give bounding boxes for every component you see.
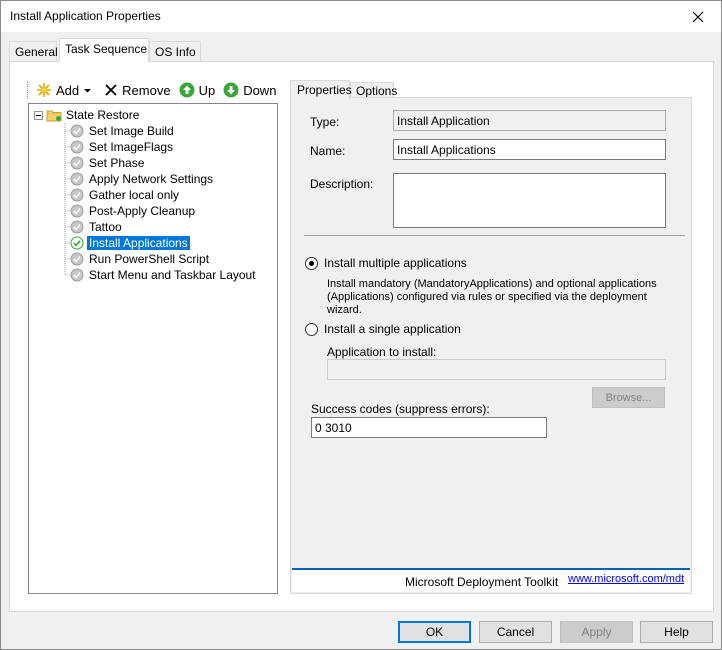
chevron-down-icon: [84, 88, 92, 92]
step-check-icon: [70, 252, 84, 266]
tree-item[interactable]: Gather local only: [70, 187, 181, 203]
step-check-icon: [70, 220, 84, 234]
radio-unchecked-indicator: [305, 322, 318, 336]
step-check-icon: [70, 140, 84, 154]
radio-checked-indicator: [305, 256, 318, 270]
tree-item[interactable]: Install Applications: [70, 235, 190, 251]
close-button[interactable]: [675, 1, 721, 32]
properties-dialog: Install Application Properties General T…: [0, 0, 722, 650]
sequence-toolbar: Add Remove Up Down: [27, 80, 284, 100]
step-selected-check-icon: [70, 236, 84, 250]
tree-item-label: Set ImageFlags: [89, 140, 174, 154]
toolbar-grip[interactable]: [27, 81, 30, 99]
tree-item-label: Set Image Build: [89, 124, 174, 138]
form-separator: [304, 235, 685, 236]
step-check-icon: [70, 204, 84, 218]
tree-item[interactable]: Post-Apply Cleanup: [70, 203, 197, 219]
tree-item[interactable]: Set ImageFlags: [70, 139, 175, 155]
tree-item[interactable]: Start Menu and Taskbar Layout: [70, 267, 258, 283]
install-multiple-description: Install mandatory (MandatoryApplications…: [327, 278, 657, 316]
arrow-down-icon: [223, 82, 239, 98]
ok-button[interactable]: OK: [398, 621, 471, 643]
mdt-footer: Microsoft Deployment Toolkit www.microso…: [292, 568, 690, 592]
add-button[interactable]: Add: [36, 82, 96, 98]
tree-item-label: Set Phase: [89, 156, 145, 170]
remove-button[interactable]: Remove: [104, 83, 171, 98]
tab-os-info[interactable]: OS Info: [149, 41, 201, 61]
tab-task-sequence[interactable]: Task Sequence: [59, 38, 149, 62]
step-check-icon: [70, 268, 84, 282]
cancel-button[interactable]: Cancel: [479, 621, 552, 643]
tree-item[interactable]: Run PowerShell Script: [70, 251, 211, 267]
mdt-link[interactable]: www.microsoft.com/mdt: [568, 573, 684, 585]
browse-button: Browse...: [592, 387, 665, 408]
tab-general[interactable]: General: [9, 41, 58, 61]
tree-item[interactable]: Set Phase: [70, 155, 146, 171]
name-input[interactable]: Install Applications: [393, 139, 666, 160]
step-check-icon: [70, 188, 84, 202]
tree-item-label: Tattoo: [89, 220, 122, 234]
tree-item[interactable]: Tattoo: [70, 219, 124, 235]
radio-install-multiple[interactable]: Install multiple applications: [305, 256, 467, 270]
name-label: Name:: [310, 144, 346, 158]
tree-root-state-restore[interactable]: State Restore: [34, 107, 141, 123]
down-button[interactable]: Down: [223, 82, 276, 98]
success-codes-input[interactable]: 0 3010: [311, 417, 547, 438]
description-input[interactable]: [393, 173, 666, 228]
remove-x-icon: [105, 84, 117, 96]
tree-root-label: State Restore: [66, 108, 140, 122]
tree-item-label: Start Menu and Taskbar Layout: [89, 268, 256, 282]
collapse-toggle-icon: [34, 110, 43, 120]
app-to-install-field: [327, 359, 666, 380]
add-star-icon: [37, 83, 51, 97]
step-check-icon: [70, 156, 84, 170]
step-check-icon: [70, 124, 84, 138]
tab-properties[interactable]: Properties: [290, 80, 352, 100]
type-field: Install Application: [393, 110, 666, 131]
step-check-icon: [70, 172, 84, 186]
tree-item[interactable]: Set Image Build: [70, 123, 176, 139]
description-label: Description:: [310, 177, 374, 191]
radio-install-single[interactable]: Install a single application: [305, 322, 461, 336]
up-button[interactable]: Up: [179, 82, 215, 98]
help-button[interactable]: Help: [640, 621, 713, 643]
type-label: Type:: [310, 115, 340, 129]
tree-item-label: Install Applications: [87, 236, 190, 250]
task-sequence-tree[interactable]: State Restore Set Image Build Set ImageFl…: [28, 103, 278, 594]
arrow-up-icon: [179, 82, 195, 98]
success-codes-label: Success codes (suppress errors):: [311, 402, 490, 416]
apply-button: Apply: [560, 621, 633, 643]
tree-item-label: Run PowerShell Script: [89, 252, 210, 266]
folder-icon: [46, 110, 62, 122]
app-to-install-label: Application to install:: [327, 345, 437, 359]
tree-item-label: Gather local only: [89, 188, 180, 202]
window-title: Install Application Properties: [10, 9, 161, 23]
tree-item-label: Post-Apply Cleanup: [89, 204, 196, 218]
title-bar: Install Application Properties: [1, 1, 721, 32]
tree-item[interactable]: Apply Network Settings: [70, 171, 215, 187]
close-icon: [692, 11, 704, 22]
mdt-brand: Microsoft Deployment Toolkit: [405, 575, 559, 589]
tree-item-label: Apply Network Settings: [89, 172, 214, 186]
